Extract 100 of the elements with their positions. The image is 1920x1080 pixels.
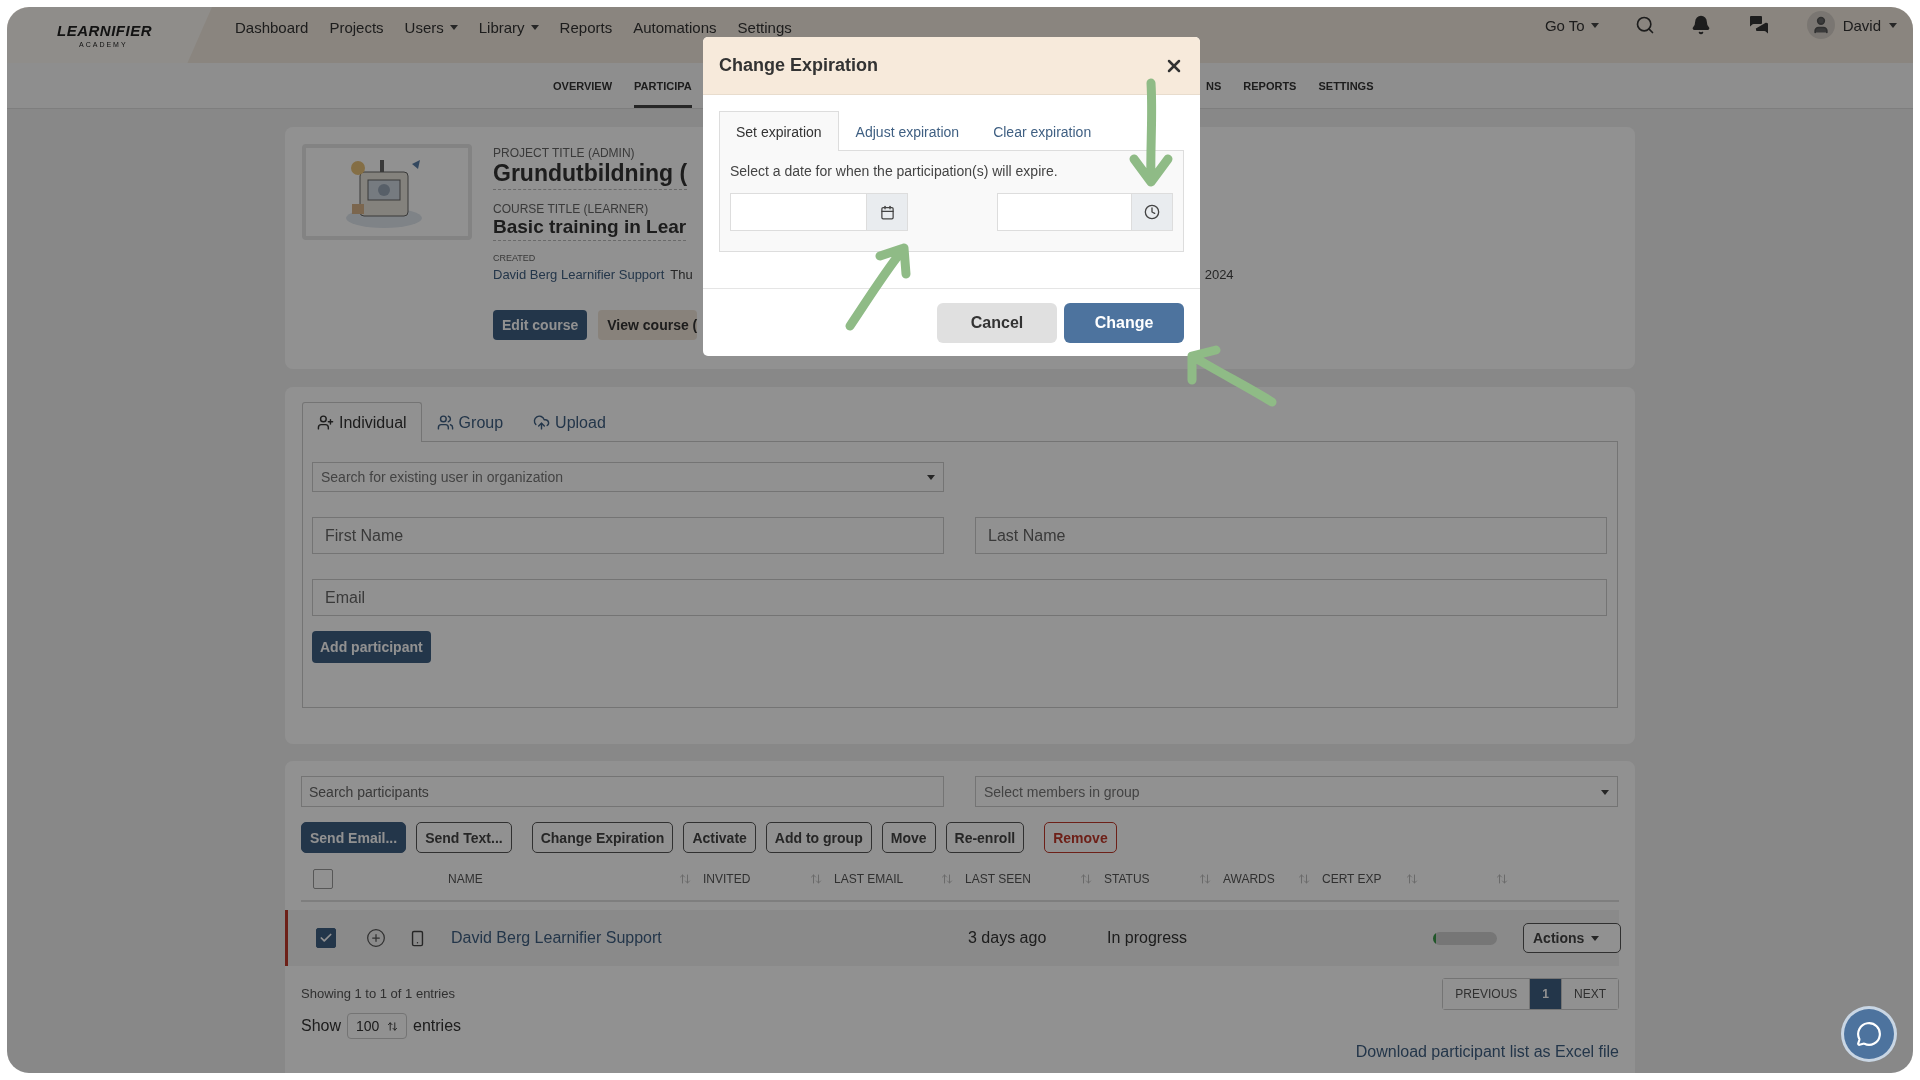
avatar-icon [1806, 11, 1835, 39]
entries-label: entries [413, 1017, 462, 1035]
dialog-tab[interactable]: Adjust expiration [838, 111, 977, 151]
user-menu[interactable]: David [1806, 11, 1897, 39]
caret-icon [927, 475, 935, 480]
field-label: CREATED [493, 253, 536, 263]
action-button[interactable]: Remove [1044, 822, 1117, 853]
users-icon [436, 414, 454, 431]
show-label: Show [301, 1017, 342, 1035]
actions-button[interactable]: Actions [1523, 923, 1621, 953]
search-field[interactable]: Search participants [301, 776, 944, 807]
clock-icon [1144, 204, 1160, 220]
notifications-button[interactable] [1690, 15, 1711, 35]
change-button[interactable]: Change [1064, 303, 1184, 343]
cloud-upload-icon [533, 414, 551, 431]
column-header[interactable]: NAME [448, 872, 483, 886]
form-tab[interactable]: Upload [518, 402, 621, 442]
user-plus-icon [317, 414, 334, 431]
nav-link[interactable]: Projects [329, 19, 384, 36]
nav-link[interactable]: Automations [633, 19, 717, 36]
caret-icon [1591, 935, 1600, 941]
project-title: Grundutbildning ( [493, 160, 688, 190]
sort-icon[interactable] [1496, 873, 1508, 885]
column-header[interactable]: LAST EMAIL [834, 872, 904, 886]
field-label: COURSE TITLE (LEARNER) [493, 202, 649, 216]
action-button[interactable]: Move [881, 822, 936, 853]
sort-icon[interactable] [679, 873, 691, 885]
nav-link[interactable]: Settings [737, 19, 792, 36]
action-button[interactable]: Activate [683, 822, 756, 853]
action-button[interactable]: Re-enroll [945, 822, 1025, 853]
column-header[interactable]: LAST SEEN [965, 872, 1031, 886]
action-button[interactable]: Change Expiration [531, 822, 674, 853]
action-button[interactable]: Send Text... [416, 822, 512, 853]
entries-info: Showing 1 to 1 of 1 entries [301, 986, 456, 1001]
caret-icon [1601, 789, 1609, 795]
group-select[interactable]: Select members in group [975, 776, 1618, 807]
sort-icon[interactable] [941, 873, 953, 885]
sort-icon[interactable] [1298, 873, 1310, 885]
subnav-tab[interactable]: OVERVIEW [553, 63, 613, 108]
search-button[interactable] [1634, 15, 1655, 35]
created-date: Thu [670, 267, 693, 282]
page-button[interactable]: PREVIOUS [1443, 979, 1531, 1009]
column-header[interactable]: CERT EXP [1322, 872, 1382, 886]
date-text: 2024 [1204, 267, 1234, 282]
dialog-tab[interactable]: Clear expiration [976, 111, 1109, 151]
nav-link[interactable]: Users [404, 19, 458, 36]
select-all-checkbox[interactable] [313, 869, 333, 889]
subnav-tab[interactable]: NS [1206, 63, 1222, 108]
column-header[interactable]: STATUS [1104, 872, 1150, 886]
form-tab[interactable]: Group [421, 402, 519, 442]
clock-button[interactable] [1131, 194, 1172, 230]
sort-icon[interactable] [810, 873, 822, 885]
chat-button[interactable] [1844, 1009, 1894, 1059]
action-button[interactable]: Add to group [765, 822, 872, 853]
sort-icon[interactable] [1080, 873, 1092, 885]
column-header[interactable]: INVITED [703, 872, 751, 886]
nav-link[interactable]: Reports [559, 19, 613, 36]
action-button[interactable]: Send Email... [301, 822, 407, 853]
caret-icon [1590, 22, 1599, 28]
dialog-tab[interactable]: Set expiration [719, 111, 839, 151]
page-button[interactable]: 1 [1530, 979, 1562, 1009]
last-name-field[interactable]: Last Name [975, 517, 1607, 554]
subnav-tab[interactable]: PARTICIPA [634, 63, 692, 108]
time-field[interactable] [997, 193, 1173, 231]
expand-icon[interactable] [366, 928, 386, 948]
spinner-icon [387, 1020, 399, 1032]
goto-menu[interactable]: Go To [1544, 16, 1599, 34]
subnav-tab[interactable]: REPORTS [1243, 63, 1297, 108]
check-icon [319, 931, 333, 945]
sort-icon[interactable] [1406, 873, 1418, 885]
edit-course-button[interactable]: Edit course [493, 310, 588, 340]
email-field[interactable]: Email [312, 579, 1607, 616]
nav-link[interactable]: Library [478, 19, 539, 36]
creator-link[interactable]: David Berg Learnifier Support [493, 267, 665, 282]
user-search-select[interactable]: Search for existing user in organization [312, 462, 944, 492]
first-name-field[interactable]: First Name [312, 517, 944, 554]
calendar-icon [879, 204, 895, 220]
sort-icon[interactable] [1199, 873, 1211, 885]
form-tab[interactable]: Individual [302, 402, 422, 442]
download-link[interactable]: Download participant list as Excel file [301, 1043, 1619, 1061]
page-size-select[interactable]: 100 [347, 1013, 408, 1039]
cancel-button[interactable]: Cancel [937, 303, 1057, 343]
column-header[interactable]: AWARDS [1223, 872, 1275, 886]
chat-icon [1856, 1021, 1882, 1047]
table-cell-text: 3 days ago [968, 929, 1048, 947]
phone-icon [409, 929, 426, 947]
date-field[interactable] [730, 193, 908, 231]
participant-link[interactable]: David Berg Learnifier Support [451, 929, 706, 947]
caret-icon [1889, 22, 1897, 28]
subnav-tab[interactable]: SETTINGS [1318, 63, 1374, 108]
dialog-title: Change Expiration [719, 55, 879, 76]
field-label: PROJECT TITLE (ADMIN) [493, 146, 635, 160]
nav-link[interactable]: Dashboard [235, 19, 309, 36]
row-checkbox[interactable] [316, 928, 336, 948]
table-cell-text: In progress [1107, 929, 1189, 947]
instruction-text: Select a date for when the participation(s) will expire. [730, 163, 1059, 179]
calendar-button[interactable] [866, 194, 907, 230]
view-course-button[interactable]: View course ( [598, 310, 698, 340]
add-participant-button[interactable]: Add participant [312, 631, 431, 663]
course-title: Basic training in Lear [493, 216, 687, 241]
